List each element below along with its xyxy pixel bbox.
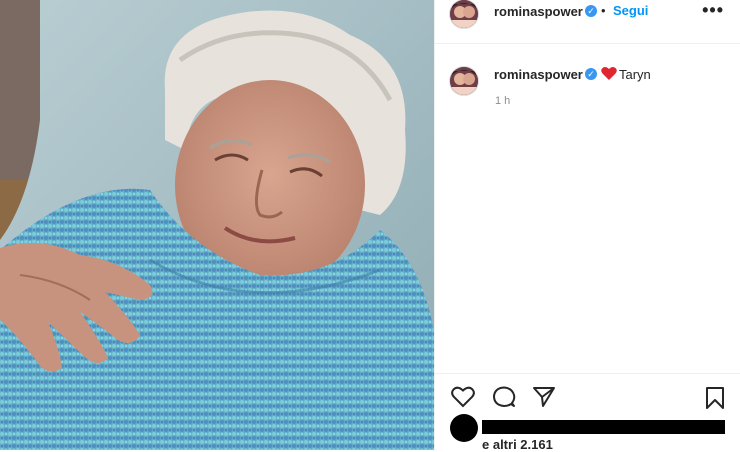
separator-dot: • (601, 3, 606, 18)
caption-username[interactable]: rominaspower (494, 67, 583, 82)
comment-icon[interactable] (492, 386, 516, 413)
follow-button[interactable]: Segui (613, 3, 648, 18)
paper-plane-icon[interactable] (532, 386, 556, 413)
avatar-image (450, 0, 478, 28)
caption-avatar[interactable] (450, 67, 478, 95)
heart-outline-icon[interactable] (451, 386, 475, 413)
redacted-liker-name (482, 420, 725, 434)
more-options-icon[interactable]: ••• (702, 0, 724, 20)
liker-avatar[interactable] (450, 414, 478, 442)
verified-badge-icon: ✓ (585, 68, 597, 80)
avatar-image (450, 67, 478, 95)
post-time[interactable]: 1 h (495, 95, 510, 107)
red-heart-emoji-icon (601, 66, 617, 86)
caption-text: Taryn (619, 67, 651, 82)
avatar[interactable] (450, 0, 478, 28)
photo-illustration (0, 0, 434, 450)
verified-badge-icon: ✓ (585, 5, 597, 17)
action-bar: e altri 2.161 (435, 373, 740, 452)
bookmark-icon[interactable] (705, 386, 725, 415)
post-header: rominaspower ✓ • Segui ••• (435, 0, 740, 44)
post-photo[interactable] (0, 0, 434, 450)
post-sidebar: rominaspower ✓ • Segui ••• rominaspower … (434, 0, 740, 452)
header-username[interactable]: rominaspower (494, 4, 583, 19)
